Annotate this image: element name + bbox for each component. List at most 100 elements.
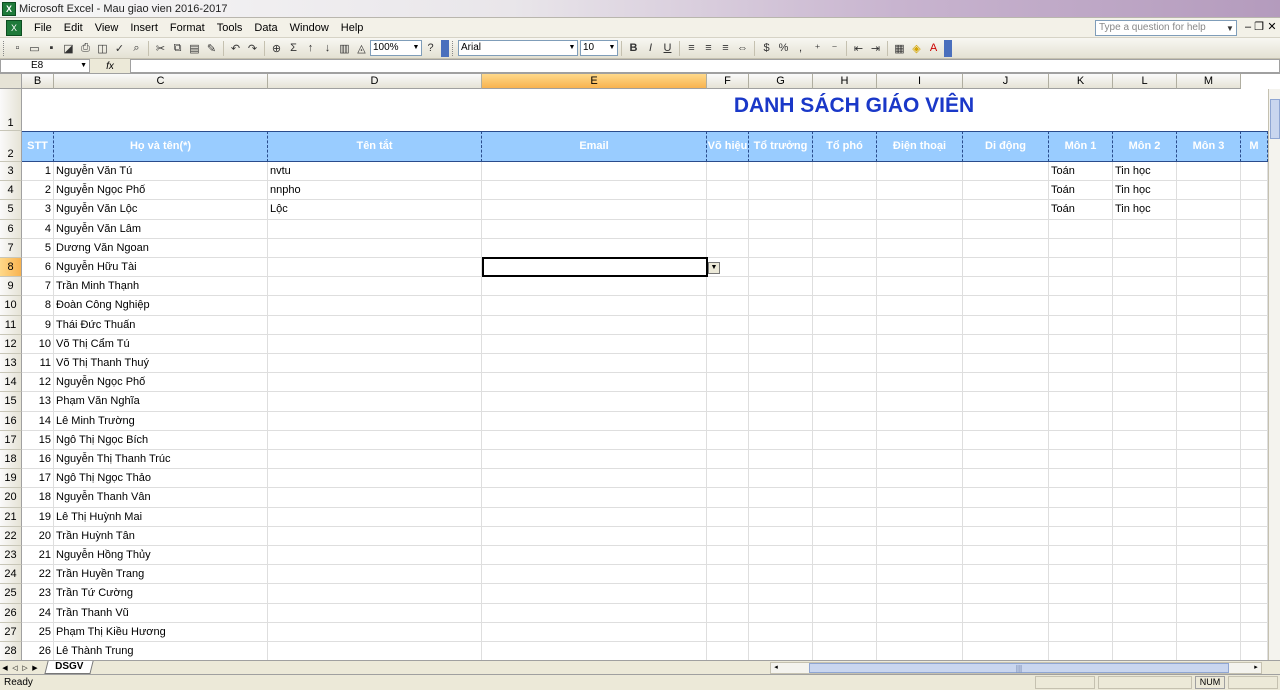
cell-extra-col[interactable]	[1241, 469, 1268, 489]
row-header[interactable]: 19	[0, 469, 22, 489]
select-all-corner[interactable]	[0, 74, 22, 89]
cell-name-col[interactable]: Lê Minh Trường	[54, 411, 268, 431]
font-select[interactable]: Arial ▼	[458, 40, 578, 56]
cell-deputy-col[interactable]	[813, 526, 877, 546]
cell-extra-col[interactable]	[1241, 526, 1268, 546]
cell-subject2-col[interactable]	[1113, 546, 1177, 566]
cell-status-col[interactable]	[707, 238, 749, 258]
cell-deputy-col[interactable]	[813, 334, 877, 354]
cell-subject2-col[interactable]	[1113, 565, 1177, 585]
cell-name-col[interactable]: Phạm Văn Nghĩa	[54, 392, 268, 412]
menu-format[interactable]: Format	[164, 22, 211, 34]
cell-status-col[interactable]	[707, 373, 749, 393]
cell-subject2-col[interactable]	[1113, 430, 1177, 450]
cell-name-col[interactable]: Phạm Thị Kiều Hương	[54, 622, 268, 642]
cell-phone-col[interactable]	[877, 258, 963, 278]
cell-stt-col[interactable]: 21	[22, 546, 54, 566]
cell-deputy-col[interactable]	[813, 181, 877, 201]
cell-extra-col[interactable]	[1241, 622, 1268, 642]
cell-mobile-col[interactable]	[963, 450, 1049, 470]
currency-icon[interactable]: $	[758, 40, 775, 57]
cell-extra-col[interactable]	[1241, 219, 1268, 239]
cell-subject1-col[interactable]	[1049, 411, 1113, 431]
formula-input[interactable]	[130, 59, 1280, 73]
cell-short-col[interactable]	[268, 411, 482, 431]
cell-short-col[interactable]	[268, 507, 482, 527]
cell-leader-col[interactable]	[749, 622, 813, 642]
cell-stt-col[interactable]: 17	[22, 469, 54, 489]
cell-subject3-col[interactable]	[1177, 546, 1241, 566]
cell-mobile-col[interactable]	[963, 258, 1049, 278]
column-header[interactable]: L	[1113, 74, 1177, 89]
chevron-down-icon[interactable]: ▼	[1225, 22, 1235, 34]
cell-subject3-col[interactable]	[1177, 219, 1241, 239]
sort-descending-icon[interactable]: ↓	[319, 40, 336, 57]
cell-mobile-col[interactable]	[963, 507, 1049, 527]
cell-mobile-col[interactable]	[963, 469, 1049, 489]
undo-icon[interactable]: ↶	[227, 40, 244, 57]
row-header[interactable]: 3	[0, 162, 22, 182]
cell-phone-col[interactable]	[877, 354, 963, 374]
cell-phone-col[interactable]	[877, 392, 963, 412]
cell-subject3-col[interactable]	[1177, 162, 1241, 182]
workbook-icon[interactable]: X	[6, 19, 22, 36]
print-icon[interactable]: ⎙	[77, 40, 94, 57]
header-cell-subject2-col[interactable]: Môn 2	[1113, 131, 1177, 162]
header-cell-phone-col[interactable]: Điện thoại	[877, 131, 963, 162]
cell-name-col[interactable]: Lê Thị Huỳnh Mai	[54, 507, 268, 527]
increase-indent-icon[interactable]: ⇥	[867, 40, 884, 57]
cell-phone-col[interactable]	[877, 162, 963, 182]
cell-subject2-col[interactable]: Tin học	[1113, 162, 1177, 182]
header-cell-extra-col[interactable]: M	[1241, 131, 1268, 162]
column-header[interactable]: H	[813, 74, 877, 89]
cell-name-col[interactable]: Lê Thành Trung	[54, 642, 268, 660]
cell-status-col[interactable]	[707, 334, 749, 354]
cell-subject1-col[interactable]	[1049, 277, 1113, 297]
cell-subject1-col[interactable]	[1049, 507, 1113, 527]
drawing-icon[interactable]: ◬	[353, 40, 370, 57]
column-header[interactable]: G	[749, 74, 813, 89]
cell-subject2-col[interactable]: Tin học	[1113, 181, 1177, 201]
column-header[interactable]: B	[22, 74, 54, 89]
cell-name-col[interactable]: Nguyễn Ngọc Phố	[54, 373, 268, 393]
cell-subject2-col[interactable]	[1113, 219, 1177, 239]
borders-icon[interactable]: ▦	[891, 40, 908, 57]
sheet-tab-dsgv[interactable]: DSGV	[44, 661, 94, 674]
vertical-scroll-thumb[interactable]	[1270, 99, 1280, 139]
cell-subject2-col[interactable]	[1113, 642, 1177, 660]
cell-leader-col[interactable]	[749, 258, 813, 278]
cell-mobile-col[interactable]	[963, 219, 1049, 239]
permission-icon[interactable]: ◪	[60, 40, 77, 57]
cell-stt-col[interactable]: 19	[22, 507, 54, 527]
cell-leader-col[interactable]	[749, 334, 813, 354]
cell-phone-col[interactable]	[877, 277, 963, 297]
cell-subject3-col[interactable]	[1177, 181, 1241, 201]
cell-subject3-col[interactable]	[1177, 565, 1241, 585]
row-header[interactable]: 15	[0, 392, 22, 412]
cell-leader-col[interactable]	[749, 354, 813, 374]
cell-subject1-col[interactable]	[1049, 603, 1113, 623]
cell-name-col[interactable]: Dương Văn Ngoan	[54, 238, 268, 258]
cell-status-col[interactable]	[707, 450, 749, 470]
column-header[interactable]: D	[268, 74, 482, 89]
cell-subject1-col[interactable]	[1049, 296, 1113, 316]
cell-stt-col[interactable]: 8	[22, 296, 54, 316]
cell-leader-col[interactable]	[749, 507, 813, 527]
cell-name-col[interactable]: Nguyễn Văn Tú	[54, 162, 268, 182]
worksheet-grid[interactable]: BCDEFGHIJKLM 1 2 3 4 5 6 7 8 9 10 11 12 13 14 15 16 17 18…	[0, 74, 1280, 660]
cell-short-col[interactable]: nnpho	[268, 181, 482, 201]
cell-leader-col[interactable]	[749, 546, 813, 566]
cell-deputy-col[interactable]	[813, 354, 877, 374]
cell-stt-col[interactable]: 4	[22, 219, 54, 239]
cell-subject3-col[interactable]	[1177, 373, 1241, 393]
toolbar-options-icon[interactable]	[441, 39, 449, 57]
fill-color-icon[interactable]: ◈	[908, 40, 925, 57]
name-box[interactable]: E8 ▼	[0, 59, 90, 73]
menu-view[interactable]: View	[89, 22, 125, 34]
cell-stt-col[interactable]: 24	[22, 603, 54, 623]
cell-leader-col[interactable]	[749, 277, 813, 297]
help-search-input[interactable]: Type a question for help ▼	[1095, 20, 1237, 36]
cell-email-col[interactable]	[482, 642, 707, 660]
cell-phone-col[interactable]	[877, 200, 963, 220]
cell-email-col[interactable]	[482, 526, 707, 546]
